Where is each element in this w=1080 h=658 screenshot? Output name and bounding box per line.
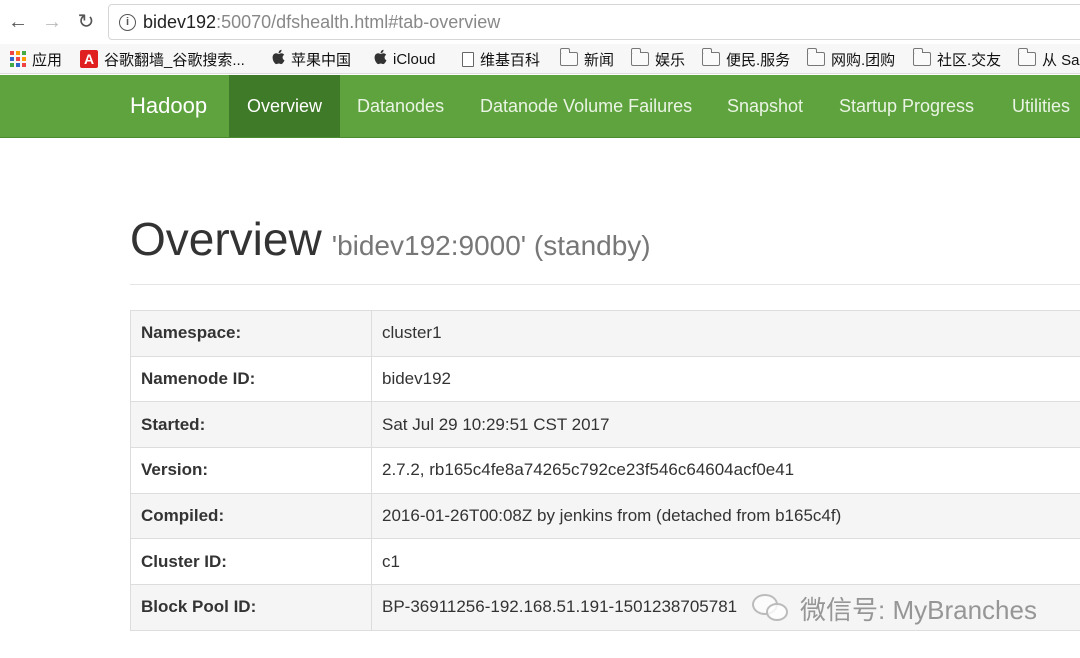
- page-title: Overview 'bidev192:9000' (standby): [130, 212, 651, 266]
- bookmark-folder-news[interactable]: 新闻: [560, 48, 614, 70]
- url-host: bidev192: [143, 12, 217, 32]
- bookmark-wikipedia[interactable]: 维基百科: [462, 48, 540, 70]
- wechat-watermark: 微信号: MyBranches: [752, 588, 1037, 628]
- wechat-icon: [752, 592, 792, 624]
- row-value: 2.7.2, rb165c4fe8a74265c792ce23f546c6460…: [371, 447, 1080, 494]
- bookmark-label: 便民.服务: [726, 51, 791, 69]
- back-arrow-icon[interactable]: ←: [4, 8, 32, 36]
- bookmark-label: 娱乐: [655, 51, 686, 69]
- row-key: Namespace:: [130, 310, 372, 357]
- nav-snapshot[interactable]: Snapshot: [727, 75, 803, 137]
- table-row: Namenode ID: bidev192: [130, 355, 1080, 403]
- row-value: 2016-01-26T00:08Z by jenkins from (detac…: [371, 492, 1080, 540]
- bookmark-folder-shopping[interactable]: 网购.团购: [807, 48, 895, 70]
- bookmark-label: 苹果中国: [291, 51, 352, 69]
- row-key: Compiled:: [130, 492, 372, 540]
- folder-icon: [913, 48, 931, 66]
- forward-arrow-icon[interactable]: →: [38, 8, 66, 36]
- row-value: c1: [371, 538, 1080, 586]
- watermark-text: 微信号: MyBranches: [800, 594, 1037, 625]
- folder-icon: [560, 48, 578, 66]
- brand-logo[interactable]: Hadoop: [130, 93, 207, 119]
- table-row: Version: 2.7.2, rb165c4fe8a74265c792ce23f…: [130, 447, 1080, 494]
- apple-icon: [374, 49, 387, 69]
- table-row: Started: Sat Jul 29 10:29:51 CST 2017: [130, 401, 1080, 449]
- site-info-icon[interactable]: i: [119, 14, 136, 31]
- url-path: :50070/dfshealth.html#tab-overview: [216, 12, 501, 32]
- page-icon: [462, 51, 474, 67]
- nav-datanode-volume-failures[interactable]: Datanode Volume Failures: [480, 75, 692, 137]
- bookmark-label: 谷歌翻墙_谷歌搜索...: [104, 51, 245, 69]
- bookmark-label: 从 Sa: [1042, 51, 1080, 69]
- nav-utilities[interactable]: Utilities: [1012, 75, 1070, 137]
- bookmark-apple-china[interactable]: 苹果中国: [272, 48, 351, 70]
- bookmark-icloud[interactable]: iCloud: [374, 48, 436, 70]
- red-a-icon: A: [80, 50, 98, 68]
- folder-icon: [631, 48, 649, 66]
- row-key: Version:: [130, 447, 372, 494]
- reload-icon[interactable]: ↻: [72, 8, 100, 36]
- row-value: cluster1: [371, 310, 1080, 357]
- row-value: Sat Jul 29 10:29:51 CST 2017: [371, 401, 1080, 449]
- row-key: Started:: [130, 401, 372, 449]
- folder-icon: [1018, 48, 1036, 66]
- bookmark-label: 新闻: [584, 51, 615, 69]
- bookmark-label: 应用: [32, 51, 63, 69]
- hadoop-navbar: Hadoop Overview Datanodes Datanode Volum…: [0, 75, 1080, 138]
- bookmarks-bar: 应用 A 谷歌翻墙_谷歌搜索... 苹果中国 iCloud 维基百科 新闻 娱乐…: [0, 44, 1080, 74]
- bookmark-label: iCloud: [393, 50, 436, 68]
- row-key: Cluster ID:: [130, 538, 372, 586]
- bookmark-folder-entertainment[interactable]: 娱乐: [631, 48, 685, 70]
- page-subtitle: 'bidev192:9000' (standby): [331, 230, 651, 261]
- bookmark-label: 维基百科: [480, 51, 541, 69]
- url-text[interactable]: bidev192:50070/dfshealth.html#tab-overvi…: [143, 12, 500, 33]
- folder-icon: [807, 48, 825, 66]
- folder-icon: [702, 48, 720, 66]
- row-key: Block Pool ID:: [130, 584, 372, 631]
- nav-overview[interactable]: Overview: [229, 75, 341, 137]
- table-row: Cluster ID: c1: [130, 538, 1080, 586]
- nav-datanodes[interactable]: Datanodes: [357, 75, 444, 137]
- row-key: Namenode ID:: [130, 355, 372, 403]
- table-row: Compiled: 2016-01-26T00:08Z by jenkins fr…: [130, 492, 1080, 540]
- apps-grid-icon: [10, 51, 26, 67]
- overview-table: Namespace: cluster1 Namenode ID: bidev192 …: [130, 310, 1080, 631]
- bookmark-folder-from-safari[interactable]: 从 Sa: [1018, 48, 1080, 70]
- bookmark-google[interactable]: A 谷歌翻墙_谷歌搜索...: [80, 48, 245, 70]
- address-bar[interactable]: i bidev192:50070/dfshealth.html#tab-over…: [108, 4, 1080, 40]
- bookmark-apps[interactable]: 应用: [10, 48, 62, 70]
- divider: [130, 284, 1080, 285]
- table-row: Namespace: cluster1: [130, 310, 1080, 357]
- apple-icon: [272, 49, 285, 69]
- row-value: bidev192: [371, 355, 1080, 403]
- bookmark-label: 社区.交友: [937, 51, 1002, 69]
- bookmark-folder-services[interactable]: 便民.服务: [702, 48, 790, 70]
- nav-startup-progress[interactable]: Startup Progress: [839, 75, 974, 137]
- bookmark-folder-community[interactable]: 社区.交友: [913, 48, 1001, 70]
- bookmark-label: 网购.团购: [831, 51, 896, 69]
- browser-toolbar: ← → ↻ i bidev192:50070/dfshealth.html#ta…: [0, 0, 1080, 44]
- page-heading: Overview: [130, 213, 322, 265]
